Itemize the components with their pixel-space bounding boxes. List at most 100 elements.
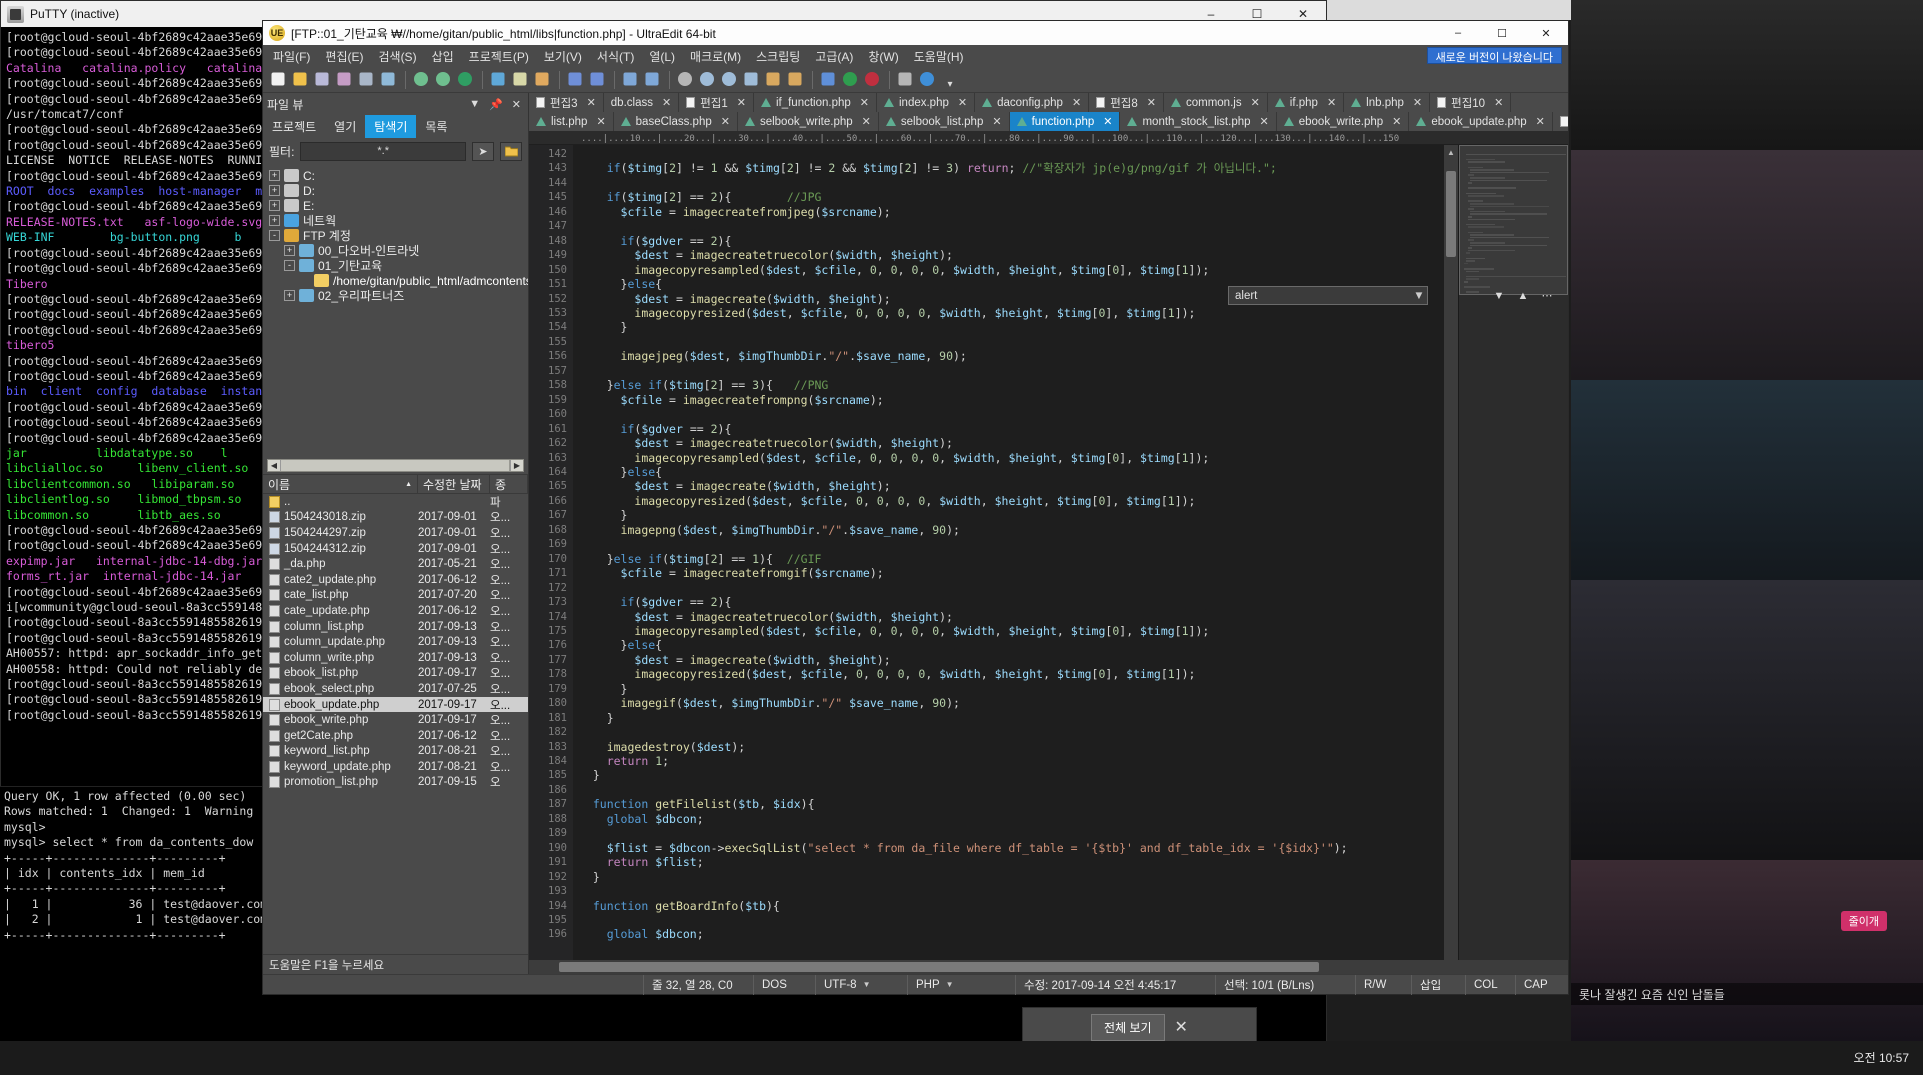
code-line[interactable] — [579, 913, 1444, 927]
media-caption[interactable]: 롯나 잘생긴 요즘 신인 남돌들 — [1571, 983, 1923, 1005]
help-icon[interactable] — [918, 70, 938, 90]
menu-item-7[interactable]: 열(L) — [649, 48, 675, 65]
ftp-directory-tree[interactable]: + C: + D: + E: + 네트웍 - FTP 계정 +00_다오버-인트라넷 -01_기탄교육… — [263, 164, 528, 474]
document-tab-common.js[interactable]: common.js ✕ — [1164, 93, 1268, 112]
save-all-icon[interactable] — [335, 70, 355, 90]
document-tab-row-1[interactable]: 편집3 ✕ db.class ✕ 편집1 ✕ if_function.php ✕ index.p… — [529, 93, 1568, 112]
close-icon[interactable]: ✕ — [1392, 115, 1401, 128]
file-list-item[interactable]: get2Cate.php 2017-06-12 오... — [263, 728, 528, 744]
collapse-icon[interactable]: - — [269, 230, 280, 241]
file-list-item[interactable]: column_update.php 2017-09-13 오... — [263, 634, 528, 650]
file-list-panel[interactable]: 이름 ▲ 수정한 날짜 종 .. 파 1504243018.zip 2017-09-01 오.… — [263, 474, 528, 954]
code-editor-area[interactable]: 142 143 144 145 146 147 148 149 150 151 152 153 154 1… — [529, 145, 1568, 960]
goto-icon[interactable] — [456, 70, 476, 90]
document-tab-편집13[interactable]: 편집13✕ — [1553, 112, 1568, 131]
menu-item-10[interactable]: 고급(A) — [815, 48, 853, 65]
ultraedit-toolbar[interactable]: ▾ — [263, 67, 1568, 93]
close-icon[interactable]: ✕ — [1260, 115, 1269, 128]
expand-icon[interactable]: + — [269, 185, 280, 196]
file-list-item[interactable]: keyword_update.php 2017-08-21 오... — [263, 759, 528, 775]
chevron-down-icon[interactable]: ▼ — [1490, 286, 1508, 305]
scroll-right-icon[interactable]: ▶ — [510, 460, 523, 471]
code-line[interactable]: imagecopyresized($dest, $cfile, 0, 0, 0,… — [579, 667, 1444, 681]
expand-icon[interactable]: + — [284, 245, 295, 256]
code-line[interactable]: $cfile = imagecreatefromgif($srcname); — [579, 566, 1444, 580]
file-view-tab-탐색기[interactable]: 탐색기 — [365, 115, 416, 138]
document-tab-if.php[interactable]: if.php ✕ — [1268, 93, 1344, 112]
code-line[interactable]: imagegif($dest, $imgThumbDir."/" $save_n… — [579, 696, 1444, 710]
code-line[interactable]: if($timg[2] != 1 && $timg[2] != 2 && $ti… — [579, 161, 1444, 175]
file-list-item[interactable]: _da.php 2017-05-21 오... — [263, 556, 528, 572]
document-tab-row-2[interactable]: list.php ✕ baseClass.php ✕ selbook_write.php… — [529, 112, 1568, 131]
file-list-rows[interactable]: .. 파 1504243018.zip 2017-09-01 오... 150424429… — [263, 494, 528, 954]
menu-item-6[interactable]: 서식(T) — [597, 48, 634, 65]
code-line[interactable]: $dest = imagecreate($width, $height); — [579, 479, 1444, 493]
close-icon[interactable]: ✕ — [1251, 96, 1260, 109]
code-line[interactable] — [579, 364, 1444, 378]
undo-icon[interactable] — [566, 70, 586, 90]
code-line[interactable]: $cfile = imagecreatefromjpeg($srcname); — [579, 205, 1444, 219]
forward-icon[interactable] — [434, 70, 454, 90]
file-list-item[interactable]: ebook_select.php 2017-07-25 오... — [263, 681, 528, 697]
tree-node-7[interactable]: /home/gitan/public_html/admcontents/c — [269, 273, 528, 288]
code-line[interactable]: } — [579, 711, 1444, 725]
file-list-column-1[interactable]: 수정한 날짜 — [418, 475, 490, 493]
menu-item-12[interactable]: 도움말(H) — [914, 48, 964, 65]
code-line[interactable]: imagecopyresized($dest, $cfile, 0, 0, 0,… — [579, 494, 1444, 508]
code-line[interactable] — [579, 219, 1444, 233]
status-language[interactable]: PHP ▼ — [908, 975, 1016, 995]
toolbar-overflow-icon[interactable]: ▾ — [940, 70, 960, 90]
menu-item-2[interactable]: 검색(S) — [378, 48, 416, 65]
tree-node-5[interactable]: +00_다오버-인트라넷 — [269, 243, 528, 258]
file-list-item[interactable]: ebook_update.php 2017-09-17 오... — [263, 697, 528, 713]
close-icon[interactable]: ✕ — [1494, 96, 1503, 109]
code-line[interactable]: return $flist; — [579, 855, 1444, 869]
editor-horizontal-scrollbar[interactable] — [529, 960, 1568, 974]
code-minimap[interactable] — [1458, 145, 1568, 960]
code-line[interactable]: } — [579, 682, 1444, 696]
code-line[interactable]: if($gdver == 2){ — [579, 234, 1444, 248]
code-line[interactable]: if($gdver == 2){ — [579, 422, 1444, 436]
menu-item-0[interactable]: 파일(F) — [273, 48, 310, 65]
expand-icon[interactable]: + — [269, 170, 280, 181]
editor-vertical-scrollbar[interactable]: ▲ — [1444, 145, 1458, 960]
menu-item-4[interactable]: 프로젝트(P) — [469, 48, 529, 65]
code-line[interactable]: $dest = imagecreatetruecolor($width, $he… — [579, 248, 1444, 262]
status-rw-mode[interactable]: R/W — [1356, 975, 1412, 995]
close-icon[interactable]: ✕ — [587, 96, 596, 109]
file-view-tab-열기[interactable]: 열기 — [325, 115, 365, 138]
file-list-item[interactable]: ebook_write.php 2017-09-17 오... — [263, 712, 528, 728]
scroll-left-icon[interactable]: ◀ — [268, 460, 281, 471]
taskbar-clock[interactable]: 오전 10:57 — [1854, 1051, 1923, 1065]
code-line[interactable]: $flist = $dbcon->execSqlList("select * f… — [579, 841, 1444, 855]
document-tab-month_stock_list.php[interactable]: month_stock_list.php ✕ — [1120, 112, 1276, 131]
close-icon[interactable]: ✕ — [1413, 96, 1422, 109]
expand-icon[interactable]: + — [284, 290, 295, 301]
menu-item-1[interactable]: 편집(E) — [325, 48, 363, 65]
new-version-banner[interactable]: 새로운 버전이 나왔습니다 — [1427, 47, 1562, 64]
code-line[interactable]: } — [579, 768, 1444, 782]
file-list-item[interactable]: 1504243018.zip 2017-09-01 오... — [263, 510, 528, 526]
filter-input[interactable]: *.* — [300, 142, 466, 161]
code-line[interactable]: imagejpeg($dest, $imgThumbDir."/".$save_… — [579, 349, 1444, 363]
document-tab-db.class[interactable]: db.class ✕ — [604, 93, 679, 112]
code-line[interactable]: imagedestroy($dest); — [579, 740, 1444, 754]
code-line[interactable] — [579, 826, 1444, 840]
media-video-area[interactable] — [1571, 860, 1923, 1041]
sort-icon[interactable] — [621, 70, 641, 90]
file-view-tab-프로젝트[interactable]: 프로젝트 — [263, 115, 325, 138]
tree-horizontal-scrollbar[interactable]: ◀ ▶ — [267, 459, 524, 472]
scroll-up-icon[interactable]: ▲ — [1444, 145, 1458, 159]
filter-row[interactable]: 필터: *.* ➤ — [263, 138, 528, 164]
code-line[interactable]: $cfile = imagecreatefrompng($srcname); — [579, 393, 1444, 407]
document-tab-index.php[interactable]: index.php ✕ — [877, 93, 975, 112]
code-line[interactable]: function getBoardInfo($tb){ — [579, 899, 1444, 913]
document-tab-function.php[interactable]: function.php ✕ — [1010, 112, 1121, 131]
close-icon[interactable]: ✕ — [860, 96, 869, 109]
expand-icon[interactable]: + — [269, 215, 280, 226]
document-tab-lnb.php[interactable]: lnb.php ✕ — [1344, 93, 1430, 112]
code-line[interactable] — [579, 725, 1444, 739]
close-icon[interactable]: ✕ — [662, 96, 671, 109]
bookmark-icon[interactable] — [764, 70, 784, 90]
redo-icon[interactable] — [588, 70, 608, 90]
